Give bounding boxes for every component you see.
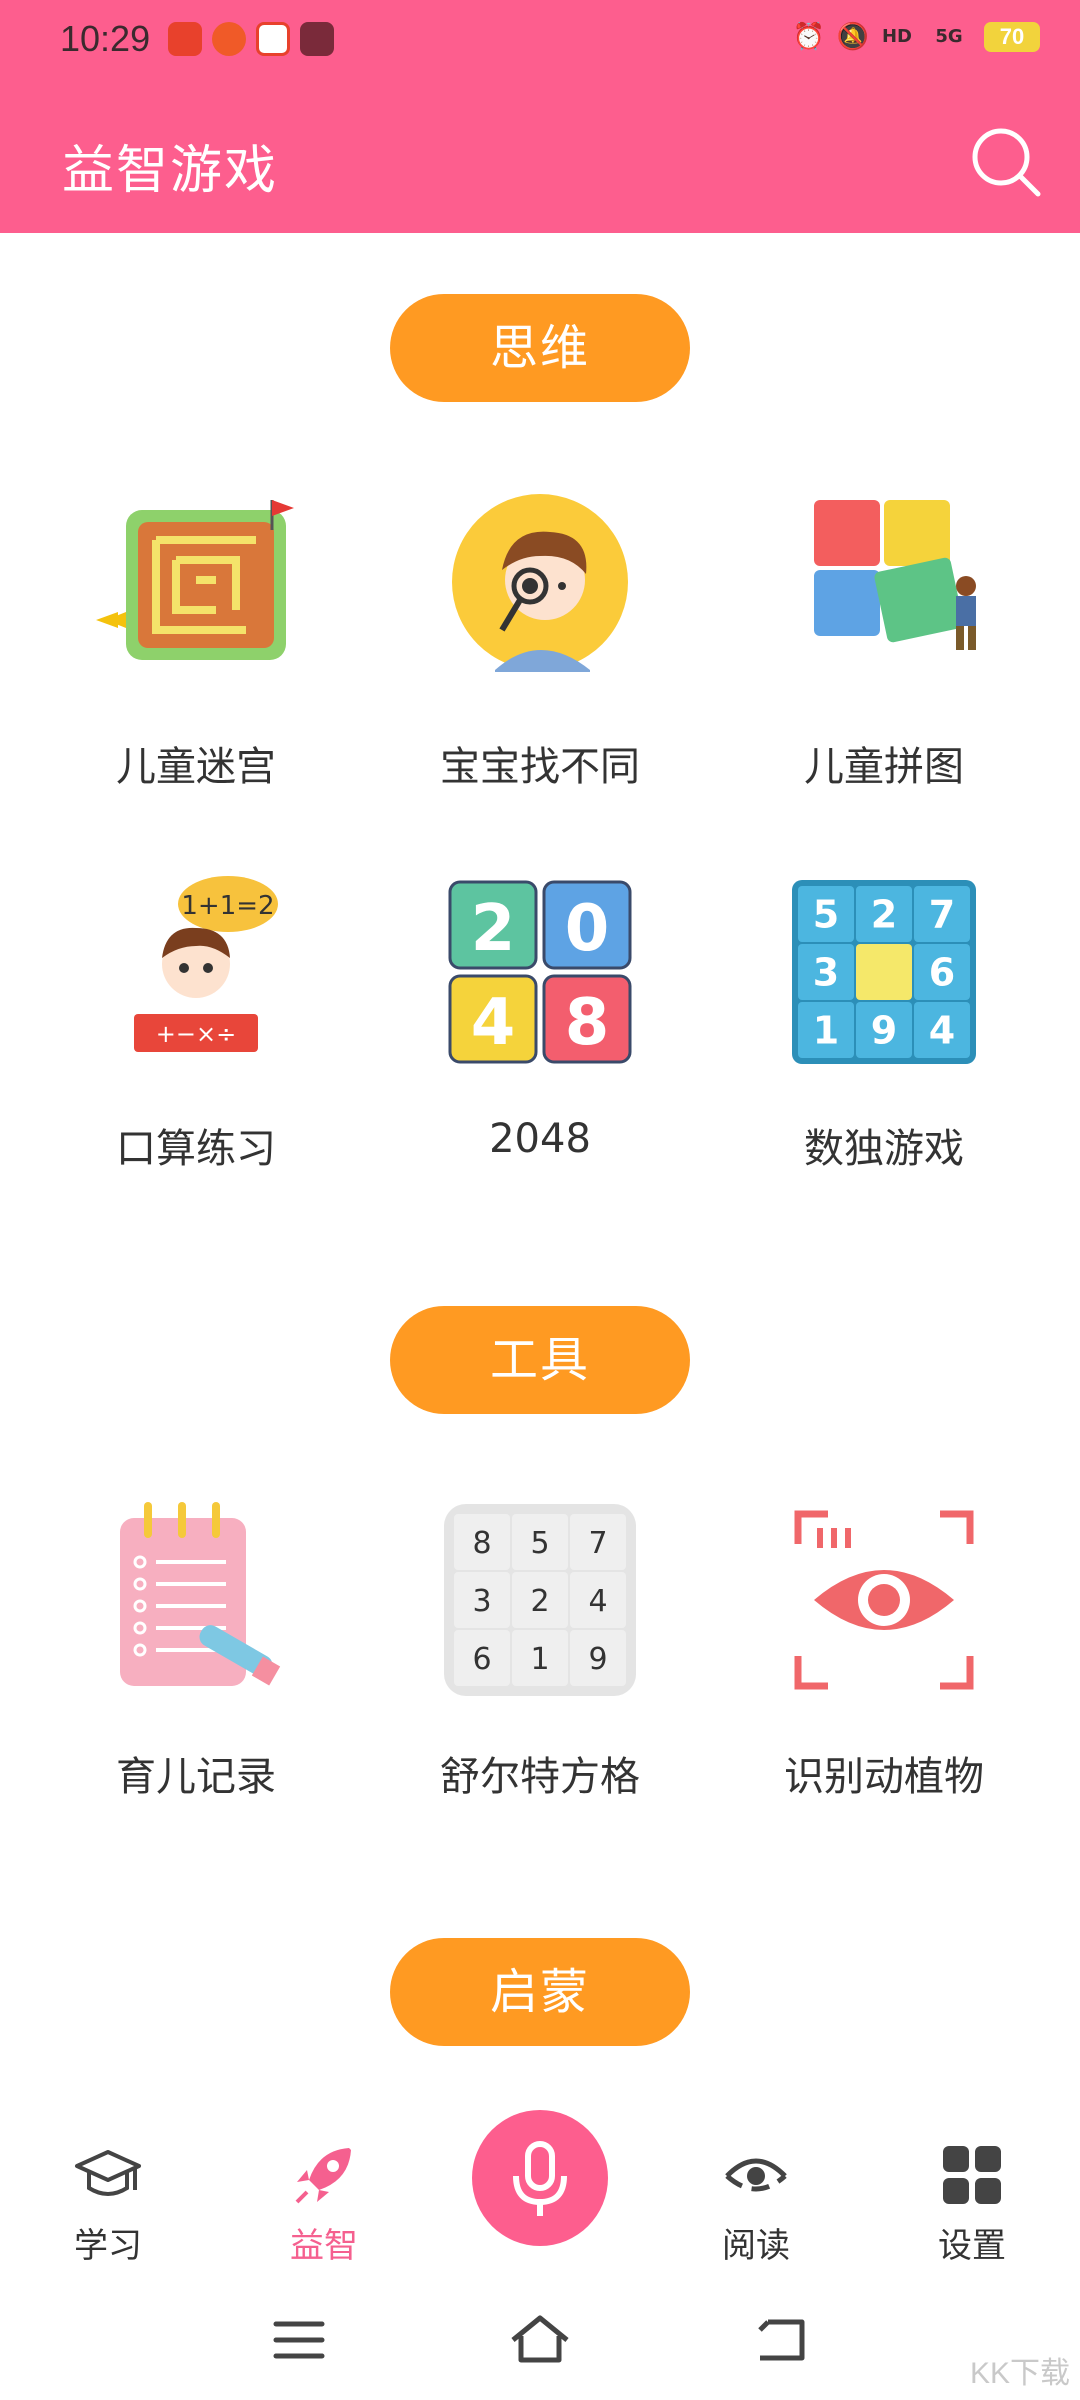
grid-number: 7 bbox=[588, 1526, 607, 1561]
nav-label: 学习 bbox=[74, 2226, 142, 2266]
mute-icon: 🔕 bbox=[836, 22, 870, 52]
boy-magnifier-icon bbox=[440, 490, 640, 690]
game-label: 数独游戏 bbox=[804, 1126, 964, 1172]
grid-number: 3 bbox=[472, 1584, 491, 1619]
notification-app-icon bbox=[168, 22, 202, 56]
grid-number: 5 bbox=[530, 1526, 549, 1561]
voice-button[interactable] bbox=[472, 2110, 608, 2246]
notification-app-icon bbox=[256, 22, 290, 56]
tile-text: 8 bbox=[565, 986, 610, 1060]
tool-schulte-grid[interactable]: 8 5 7 3 2 4 6 1 9 舒尔特方格 bbox=[390, 1500, 690, 1802]
grid-number: 7 bbox=[929, 893, 955, 937]
grid-settings-icon bbox=[943, 2146, 1001, 2204]
section-header-tools: 工具 bbox=[390, 1306, 690, 1414]
nav-item-reading[interactable]: 阅读 bbox=[676, 2140, 836, 2267]
system-navigation bbox=[0, 2290, 1080, 2400]
grid-number: 2 bbox=[530, 1584, 549, 1619]
eye-scan-icon bbox=[784, 1500, 984, 1700]
game-maze[interactable]: 儿童迷宫 bbox=[46, 490, 346, 792]
menu-icon[interactable] bbox=[264, 2310, 334, 2370]
hd-icon: HD bbox=[881, 26, 912, 47]
game-label: 儿童迷宫 bbox=[116, 744, 276, 790]
notification-app-icon bbox=[300, 22, 334, 56]
nav-item-study[interactable]: 学习 bbox=[28, 2140, 188, 2267]
tool-identify-plants-animals[interactable]: 识别动植物 bbox=[734, 1500, 1034, 1802]
nav-item-puzzle[interactable]: 益智 bbox=[244, 2140, 404, 2267]
grid-number: 9 bbox=[871, 1009, 897, 1053]
grid-number: 2 bbox=[871, 893, 897, 937]
nav-label: 设置 bbox=[938, 2226, 1006, 2266]
watermark: KK下载 bbox=[969, 2357, 1070, 2390]
mental-math-icon: 1+1=2 +−×÷ bbox=[96, 872, 296, 1072]
grid-number: 8 bbox=[472, 1526, 491, 1561]
notification-app-icon bbox=[212, 22, 246, 56]
grid-number: 4 bbox=[588, 1584, 607, 1619]
page-title: 益智游戏 bbox=[62, 141, 279, 201]
grid-number: 6 bbox=[929, 951, 955, 995]
grid-number: 6 bbox=[472, 1642, 491, 1677]
notebook-icon bbox=[96, 1500, 296, 1700]
game-2048[interactable]: 2 0 4 8 2048 bbox=[390, 872, 690, 1162]
grid-number: 9 bbox=[588, 1642, 607, 1677]
maze-icon bbox=[96, 490, 296, 690]
game-spot-difference[interactable]: 宝宝找不同 bbox=[390, 490, 690, 792]
tile-text: 4 bbox=[471, 986, 516, 1060]
section-header-enlightenment: 启蒙 bbox=[390, 1938, 690, 2046]
home-icon[interactable] bbox=[505, 2310, 575, 2370]
graduation-cap-icon bbox=[75, 2150, 141, 2196]
tile-text: 2 bbox=[471, 892, 516, 966]
signal-icon: 5G bbox=[935, 26, 963, 47]
game-puzzle[interactable]: 儿童拼图 bbox=[734, 490, 1034, 792]
game-sudoku[interactable]: 527 3 6 194 数独游戏 bbox=[734, 872, 1034, 1174]
grid-number: 4 bbox=[929, 1009, 955, 1053]
puzzle-icon bbox=[784, 490, 984, 690]
status-bar: 10:29 ⏰ 🔕 HD 5G 70 bbox=[0, 0, 1080, 84]
game-label: 宝宝找不同 bbox=[440, 744, 640, 790]
sudoku-icon: 527 3 6 194 bbox=[784, 872, 984, 1072]
app-header: 10:29 ⏰ 🔕 HD 5G 70 益智游戏 bbox=[0, 0, 1080, 233]
math-sign-text: +−×÷ bbox=[156, 1020, 236, 1048]
game-2048-icon: 2 0 4 8 bbox=[440, 872, 640, 1072]
alarm-icon: ⏰ bbox=[792, 22, 826, 52]
tool-label: 育儿记录 bbox=[116, 1754, 276, 1800]
game-label: 儿童拼图 bbox=[804, 744, 964, 790]
section-header-thinking: 思维 bbox=[390, 294, 690, 402]
tile-text: 0 bbox=[565, 892, 610, 966]
nav-label: 益智 bbox=[290, 2226, 358, 2266]
status-time: 10:29 bbox=[60, 18, 151, 59]
game-mental-math[interactable]: 1+1=2 +−×÷ 口算练习 bbox=[46, 872, 346, 1174]
grid-number: 5 bbox=[813, 893, 839, 937]
back-icon[interactable] bbox=[746, 2310, 816, 2370]
grid-cell bbox=[856, 944, 912, 1000]
search-icon[interactable] bbox=[968, 124, 1044, 200]
battery-indicator: 70 bbox=[984, 22, 1040, 52]
math-bubble-text: 1+1=2 bbox=[181, 891, 274, 921]
nav-item-settings[interactable]: 设置 bbox=[892, 2140, 1052, 2267]
rocket-icon bbox=[295, 2148, 351, 2204]
game-label: 口算练习 bbox=[116, 1126, 276, 1172]
tool-label: 舒尔特方格 bbox=[440, 1754, 640, 1800]
nav-label: 阅读 bbox=[722, 2226, 790, 2266]
grid-number: 1 bbox=[813, 1009, 839, 1053]
game-label: 2048 bbox=[489, 1116, 591, 1162]
eye-read-icon bbox=[725, 2158, 787, 2192]
microphone-icon bbox=[513, 2141, 567, 2216]
schulte-grid-icon: 8 5 7 3 2 4 6 1 9 bbox=[440, 1500, 640, 1700]
grid-number: 3 bbox=[813, 951, 839, 995]
tool-parenting-record[interactable]: 育儿记录 bbox=[46, 1500, 346, 1802]
tool-label: 识别动植物 bbox=[784, 1754, 984, 1800]
grid-number: 1 bbox=[530, 1642, 549, 1677]
